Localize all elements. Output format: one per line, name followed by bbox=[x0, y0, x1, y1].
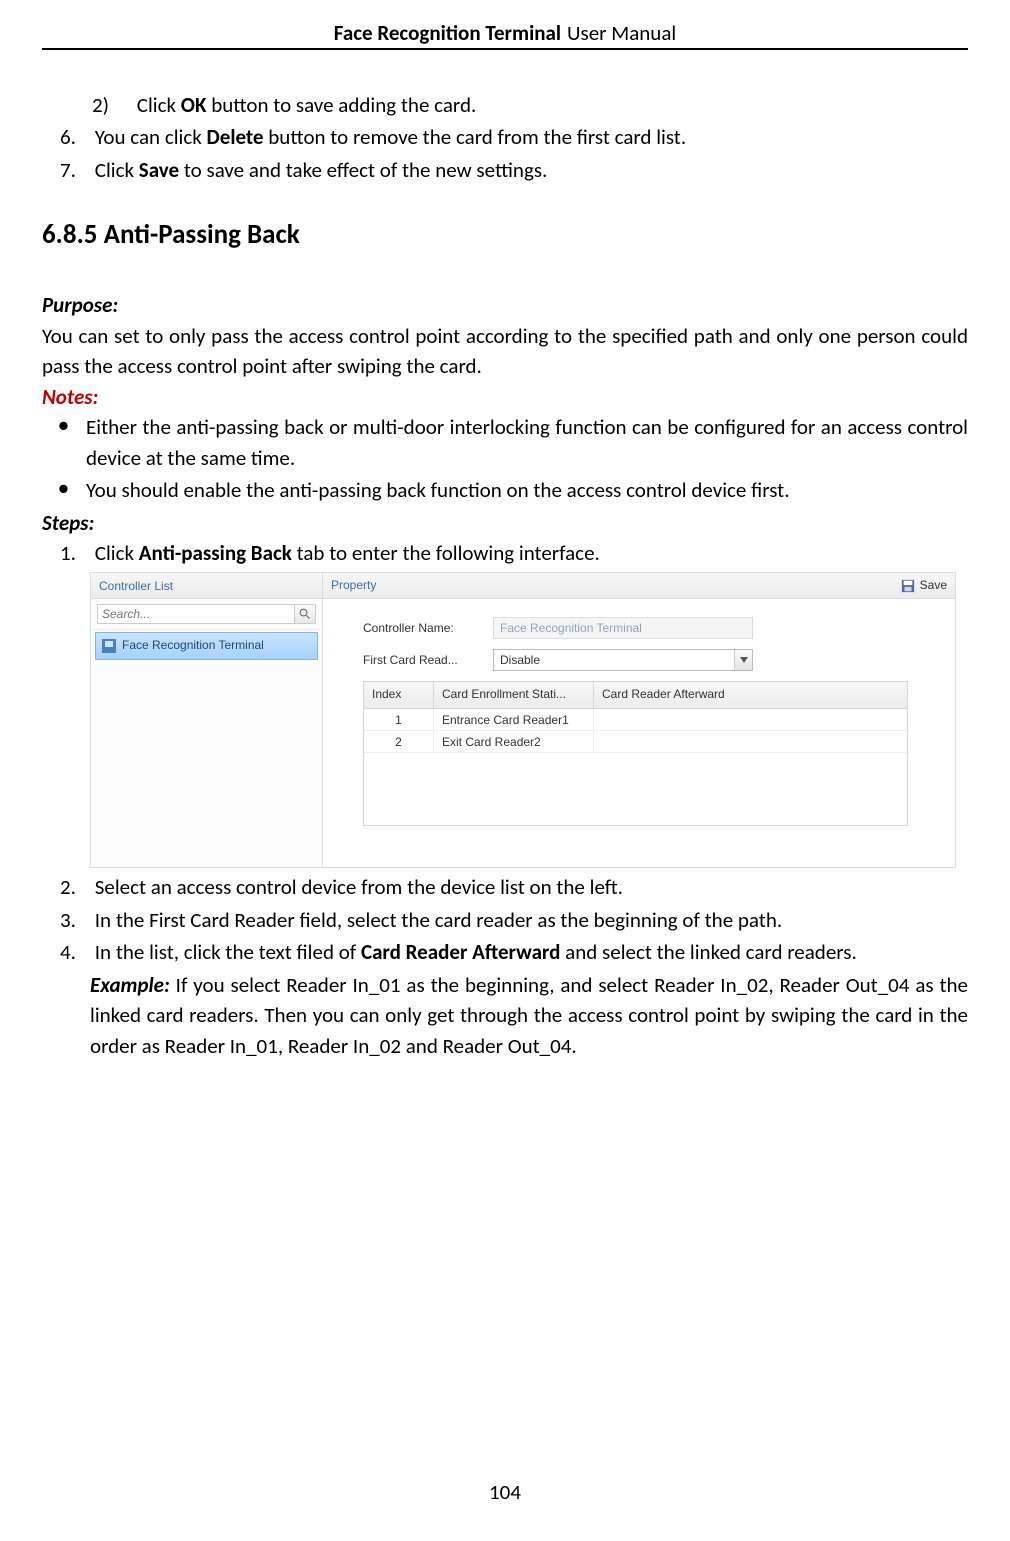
controller-list-header: Controller List bbox=[91, 573, 323, 599]
step-6-bold: Delete bbox=[207, 124, 264, 150]
first-card-reader-row: First Card Read... Disable bbox=[363, 649, 937, 671]
header-title: Face Recognition Terminal bbox=[334, 20, 561, 46]
device-name: Face Recognition Terminal bbox=[122, 637, 264, 654]
step-3: 3. In the First Card Reader field, selec… bbox=[42, 905, 968, 935]
controller-list-pane: Face Recognition Terminal bbox=[91, 599, 323, 867]
page-number: 104 bbox=[0, 1479, 1010, 1505]
controller-list-item[interactable]: Face Recognition Terminal bbox=[95, 632, 318, 659]
step-6-text-c: button to remove the card from the first… bbox=[264, 124, 687, 150]
step-1-number: 1. bbox=[60, 538, 90, 568]
example-text: If you select Reader In_01 as the beginn… bbox=[90, 972, 968, 1059]
step-6-number: 6. bbox=[60, 122, 90, 152]
save-icon bbox=[901, 579, 915, 593]
step-7-number: 7. bbox=[60, 155, 90, 185]
document-body: 2) Click OK button to save adding the ca… bbox=[42, 90, 968, 1061]
grid-header: Index Card Enrollment Stati... Card Read… bbox=[364, 682, 907, 708]
first-card-reader-label: First Card Read... bbox=[363, 652, 493, 669]
panel-header-row: Controller List Property Save bbox=[91, 573, 955, 599]
property-header: Property Save bbox=[323, 573, 955, 599]
step-4-text-c: and select the linked card readers. bbox=[560, 939, 856, 965]
controller-name-field: Face Recognition Terminal bbox=[493, 617, 753, 639]
grid-row[interactable]: 1 Entrance Card Reader1 bbox=[364, 709, 907, 731]
grid-cell-station: Entrance Card Reader1 bbox=[434, 709, 594, 730]
notes-label: Notes: bbox=[42, 382, 968, 412]
step-2-text: Select an access control device from the… bbox=[95, 874, 623, 900]
bullet-icon: ● bbox=[58, 412, 86, 473]
purpose-text: You can set to only pass the access cont… bbox=[42, 321, 968, 382]
save-label: Save bbox=[920, 577, 947, 594]
steps-label: Steps: bbox=[42, 508, 968, 538]
first-card-reader-value: Disable bbox=[500, 652, 540, 669]
step-4-bold: Card Reader Afterward bbox=[361, 939, 560, 965]
step-6: 6. You can click Delete button to remove… bbox=[42, 122, 968, 152]
step-2-number: 2. bbox=[60, 872, 90, 902]
step-4-number: 4. bbox=[60, 937, 90, 967]
step-2: 2. Select an access control device from … bbox=[42, 872, 968, 902]
step-1-text-c: tab to enter the following interface. bbox=[292, 540, 600, 566]
step-7-bold: Save bbox=[139, 157, 179, 183]
step-7-text-a: Click bbox=[95, 157, 139, 183]
controller-name-label: Controller Name: bbox=[363, 620, 493, 637]
step-3-number: 3. bbox=[60, 905, 90, 935]
grid-row[interactable]: 2 Exit Card Reader2 bbox=[364, 731, 907, 753]
substep-2-number: 2) bbox=[92, 90, 132, 120]
note-1-text: Either the anti-passing back or multi-do… bbox=[86, 412, 968, 473]
grid-cell-station: Exit Card Reader2 bbox=[434, 731, 594, 752]
step-3-text: In the First Card Reader field, select t… bbox=[95, 907, 782, 933]
step-7: 7. Click Save to save and take effect of… bbox=[42, 155, 968, 185]
substep-2-text-c: button to save adding the card. bbox=[206, 92, 476, 118]
substep-2-bold: OK bbox=[181, 92, 207, 118]
grid-cell-index: 2 bbox=[364, 731, 434, 752]
anti-passing-back-panel: Controller List Property Save bbox=[90, 572, 956, 868]
step-1: 1. Click Anti-passing Back tab to enter … bbox=[42, 538, 968, 568]
example-label: Example: bbox=[90, 972, 170, 998]
bullet-icon: ● bbox=[58, 475, 86, 505]
property-label: Property bbox=[331, 577, 376, 594]
property-pane: Controller Name: Face Recognition Termin… bbox=[323, 599, 955, 867]
example-paragraph: Example: If you select Reader In_01 as t… bbox=[42, 970, 968, 1061]
step-4-text-a: In the list, click the text filed of bbox=[95, 939, 361, 965]
section-heading: 6.8.5 Anti-Passing Back bbox=[42, 215, 968, 254]
substep-2-text-a: Click bbox=[137, 92, 181, 118]
grid-cell-index: 1 bbox=[364, 709, 434, 730]
search-button[interactable] bbox=[294, 604, 316, 624]
chevron-down-icon bbox=[734, 650, 752, 670]
controller-name-row: Controller Name: Face Recognition Termin… bbox=[363, 617, 937, 639]
step-1-bold: Anti-passing Back bbox=[139, 540, 292, 566]
search-row bbox=[91, 599, 322, 630]
grid-header-afterward: Card Reader Afterward bbox=[594, 682, 907, 707]
grid-header-index: Index bbox=[364, 682, 434, 707]
first-card-reader-combo[interactable]: Disable bbox=[493, 649, 753, 671]
step-1-text-a: Click bbox=[95, 540, 139, 566]
grid-cell-afterward[interactable] bbox=[594, 731, 907, 752]
note-1: ● Either the anti-passing back or multi-… bbox=[42, 412, 968, 473]
note-2: ● You should enable the anti-passing bac… bbox=[42, 475, 968, 505]
purpose-label: Purpose: bbox=[42, 290, 968, 320]
header-subtitle: User Manual bbox=[567, 20, 676, 46]
search-input[interactable] bbox=[97, 604, 294, 624]
panel-body: Face Recognition Terminal Controller Nam… bbox=[91, 599, 955, 867]
save-button[interactable]: Save bbox=[901, 577, 947, 594]
grid-header-station: Card Enrollment Stati... bbox=[434, 682, 594, 707]
step-6-text-a: You can click bbox=[95, 124, 207, 150]
grid-cell-afterward[interactable] bbox=[594, 709, 907, 730]
page-header: Face Recognition Terminal User Manual bbox=[42, 20, 968, 50]
device-icon bbox=[102, 639, 116, 653]
step-4: 4. In the list, click the text filed of … bbox=[42, 937, 968, 967]
note-2-text: You should enable the anti-passing back … bbox=[86, 475, 968, 505]
substep-2: 2) Click OK button to save adding the ca… bbox=[42, 90, 968, 120]
search-icon bbox=[299, 608, 311, 620]
step-7-text-c: to save and take effect of the new setti… bbox=[179, 157, 547, 183]
reader-grid: Index Card Enrollment Stati... Card Read… bbox=[363, 681, 908, 826]
